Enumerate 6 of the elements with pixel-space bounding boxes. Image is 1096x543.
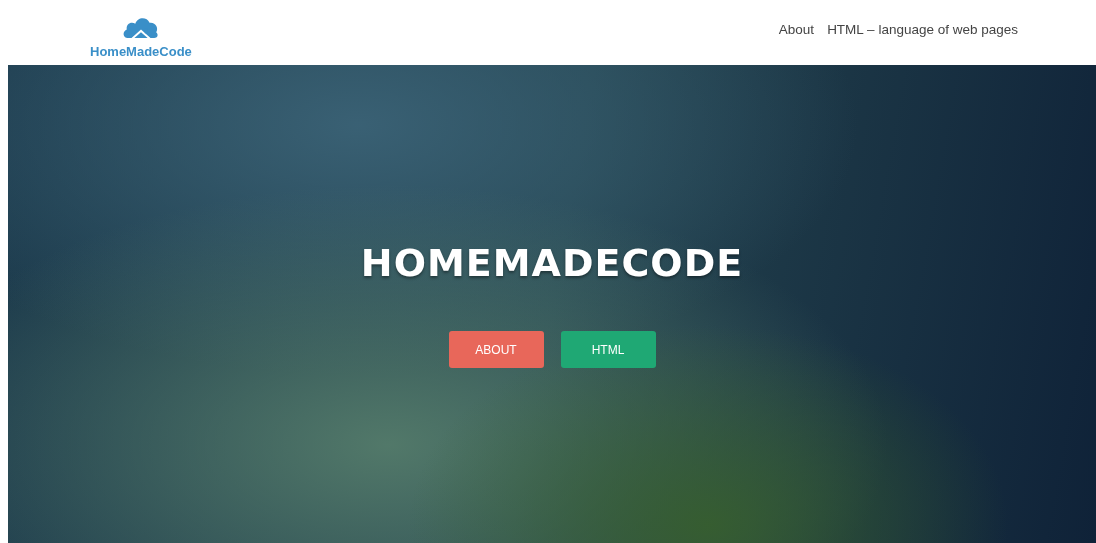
hero-button[interactable]: HTML xyxy=(560,331,656,368)
hero-title: HOMEMADECODE xyxy=(360,241,744,285)
hero-button[interactable]: ABOUT xyxy=(448,331,544,368)
nav-link[interactable]: About xyxy=(778,22,815,37)
logo-text[interactable]: HomeMadeCode xyxy=(90,43,192,59)
nav-link[interactable]: HTML – language of web pages xyxy=(827,22,1018,37)
